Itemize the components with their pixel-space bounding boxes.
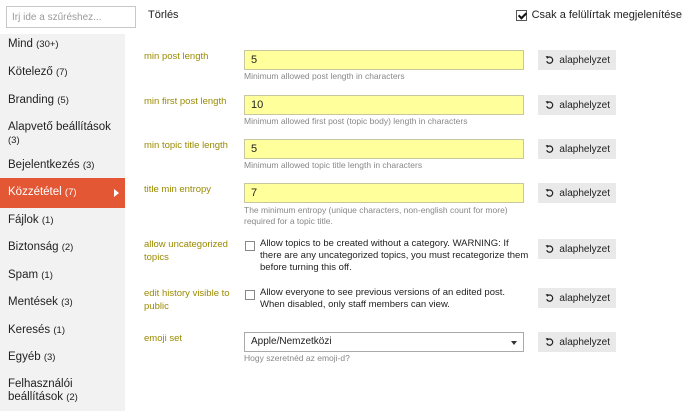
setting-help: Minimum allowed topic title length in ch…	[244, 160, 423, 170]
toolbar: Törlés Csak a felülírtak megjelenítése	[0, 0, 689, 34]
undo-icon	[545, 189, 554, 197]
min-first-post-length-input[interactable]	[244, 95, 524, 115]
sidebar-item-count: (3)	[61, 297, 73, 308]
only-overridden-toggle[interactable]: Csak a felülírtak megjelenítése	[515, 9, 682, 21]
undo-icon	[545, 56, 554, 64]
setting-label: edit history visible to public	[144, 288, 230, 312]
undo-icon	[545, 101, 554, 109]
edit-history-visible-checkbox[interactable]	[245, 290, 255, 300]
setting-label: allow uncategorized topics	[144, 239, 228, 263]
only-overridden-label: Csak a felülírtak megjelenítése	[531, 9, 682, 21]
sidebar-item-label: Kötelező	[8, 66, 53, 78]
reset-button[interactable]: alaphelyzet	[538, 183, 616, 203]
sidebar-item-count: (7)	[55, 67, 68, 78]
sidebar-item-basic-setup[interactable]: Alapvető beállítások (3)	[0, 121, 125, 147]
sidebar-item-count: (5)	[57, 95, 69, 106]
min-post-length-input[interactable]	[244, 50, 524, 70]
reset-button[interactable]: alaphelyzet	[538, 95, 616, 115]
reset-button-label: alaphelyzet	[559, 336, 610, 348]
settings-category-sidebar: Mind (30+) Kötelező (7) Branding (5) Ala…	[0, 34, 125, 411]
sidebar-item-label: Egyéb	[8, 351, 41, 363]
undo-icon	[545, 338, 554, 346]
sidebar-item-count: (1)	[53, 325, 66, 336]
sidebar-item-label: Felhasználói beállítások	[8, 378, 73, 403]
min-topic-title-length-input[interactable]	[244, 139, 524, 159]
chevron-down-icon	[511, 341, 517, 345]
sidebar-item-required[interactable]: Kötelező (7)	[0, 66, 125, 79]
setting-description: Allow topics to be created without a cat…	[260, 238, 529, 273]
sidebar-item-label: Fájlok	[8, 214, 39, 226]
sidebar-item-count: (1)	[41, 270, 53, 281]
reset-button[interactable]: alaphelyzet	[538, 239, 616, 259]
active-arrow-icon	[114, 189, 119, 197]
sidebar-item-count: (1)	[41, 215, 54, 226]
setting-description: Allow everyone to see previous versions …	[260, 287, 506, 310]
emoji-set-selected-value: Apple/Nemzetközi	[251, 336, 332, 347]
setting-help: Minimum allowed post length in character…	[244, 71, 405, 81]
reset-button[interactable]: alaphelyzet	[538, 139, 616, 159]
allow-uncategorized-topics-checkbox[interactable]	[245, 241, 255, 251]
sidebar-item-label: Mentések	[8, 296, 58, 308]
setting-help: Minimum allowed first post (topic body) …	[244, 116, 468, 126]
setting-help: Hogy szeretnéd az emoji-d?	[244, 353, 350, 363]
sidebar-item-all[interactable]: Mind (30+)	[0, 38, 125, 51]
setting-label: emoji set	[144, 333, 183, 344]
emoji-set-select[interactable]: Apple/Nemzetközi	[244, 332, 524, 352]
title-min-entropy-input[interactable]	[244, 183, 524, 203]
sidebar-item-spam[interactable]: Spam (1)	[0, 269, 125, 282]
sidebar-item-label: Keresés	[8, 324, 51, 336]
setting-label: title min entropy	[144, 184, 212, 195]
sidebar-item-security[interactable]: Biztonság (2)	[0, 241, 125, 254]
sidebar-item-count: (7)	[64, 187, 77, 198]
sidebar-item-label: Branding	[8, 94, 55, 106]
sidebar-item-label: Mind	[8, 38, 33, 50]
sidebar-item-count: (30+)	[36, 39, 59, 50]
sidebar-item-files[interactable]: Fájlok (1)	[0, 214, 125, 227]
reset-button[interactable]: alaphelyzet	[538, 332, 616, 352]
sidebar-item-backups[interactable]: Mentések (3)	[0, 296, 125, 309]
sidebar-item-branding[interactable]: Branding (5)	[0, 94, 125, 107]
sidebar-item-label: Biztonság	[8, 241, 59, 253]
sidebar-item-label: Közzététel	[8, 186, 62, 198]
reset-button-label: alaphelyzet	[559, 292, 610, 304]
sidebar-item-login[interactable]: Bejelentkezés (3)	[0, 159, 125, 172]
setting-label: min post length	[144, 51, 209, 62]
sidebar-item-search[interactable]: Keresés (1)	[0, 324, 125, 337]
reset-button-label: alaphelyzet	[559, 243, 610, 255]
sidebar-item-posting[interactable]: Közzététel (7)	[0, 178, 125, 208]
sidebar-item-count: (3)	[8, 135, 20, 146]
reset-button[interactable]: alaphelyzet	[538, 288, 616, 308]
clear-filter-button[interactable]: Törlés	[148, 9, 179, 21]
sidebar-item-label: Spam	[8, 269, 39, 281]
sidebar-item-count: (3)	[43, 352, 56, 363]
sidebar-item-label: Bejelentkezés	[8, 159, 80, 171]
setting-label: min first post length	[144, 96, 227, 107]
reset-button-label: alaphelyzet	[559, 54, 610, 66]
filter-input[interactable]	[6, 6, 136, 28]
sidebar-item-label: Alapvető beállítások	[8, 121, 111, 133]
reset-button[interactable]: alaphelyzet	[538, 50, 616, 70]
sidebar-item-user-preferences[interactable]: Felhasználói beállítások (2)	[0, 378, 125, 404]
undo-icon	[545, 294, 554, 302]
undo-icon	[545, 245, 554, 253]
reset-button-label: alaphelyzet	[559, 99, 610, 111]
sidebar-item-count: (2)	[61, 242, 74, 253]
setting-help: The minimum entropy (unique characters, …	[244, 205, 508, 226]
reset-button-label: alaphelyzet	[559, 187, 610, 199]
setting-label: min topic title length	[144, 140, 228, 151]
reset-button-label: alaphelyzet	[559, 143, 610, 155]
sidebar-item-count: (2)	[66, 392, 78, 403]
sidebar-item-count: (3)	[82, 160, 95, 171]
sidebar-item-other[interactable]: Egyéb (3)	[0, 351, 125, 364]
undo-icon	[545, 145, 554, 153]
only-overridden-checkbox[interactable]	[515, 9, 527, 21]
